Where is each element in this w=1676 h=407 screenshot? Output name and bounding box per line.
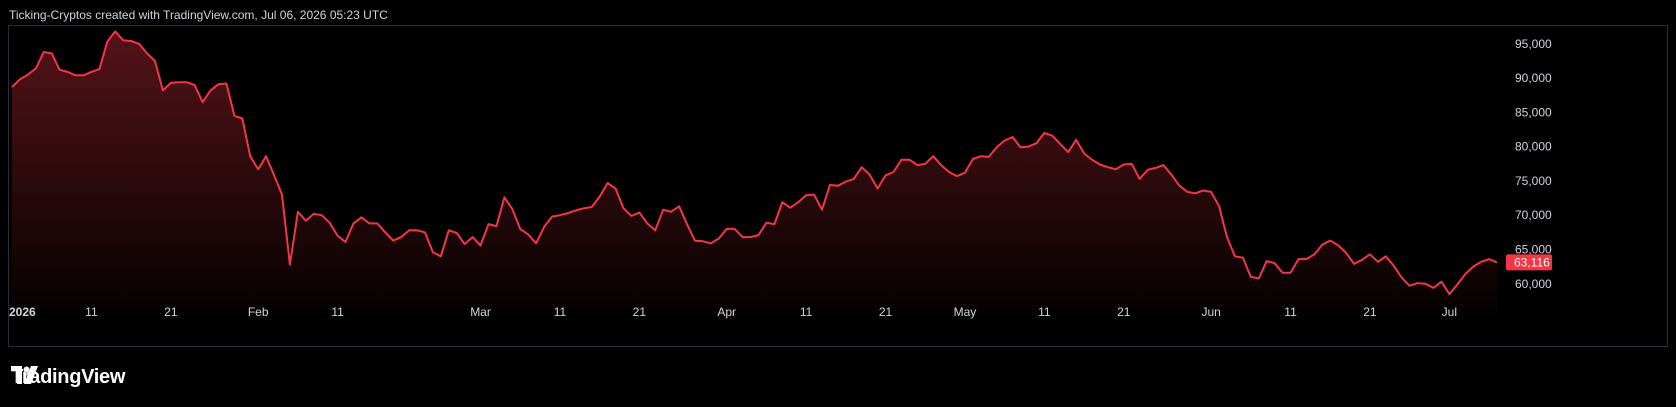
current-price-label: 63,116 — [1514, 255, 1550, 269]
x-tick-label: 21 — [1117, 305, 1131, 319]
y-tick-label: 65,000 — [1515, 242, 1552, 256]
y-axis: 95,000 90,000 85,000 80,000 75,000 70,000 65,0… — [1515, 37, 1552, 291]
x-tick-label: 11 — [1284, 305, 1297, 319]
current-price-badge: 63,116 — [1506, 254, 1552, 271]
x-tick-label: 11 — [800, 305, 813, 319]
x-tick-label: 21 — [1363, 305, 1377, 319]
x-tick-label: Jun — [1201, 305, 1220, 319]
x-tick-label: 11 — [85, 305, 98, 319]
x-tick-label: 2026 — [9, 305, 36, 319]
y-tick-label: 80,000 — [1515, 140, 1552, 154]
x-tick-label: Apr — [717, 305, 736, 319]
x-tick-label: May — [954, 305, 977, 319]
y-tick-label: 85,000 — [1515, 105, 1552, 119]
y-tick-label: 60,000 — [1515, 277, 1552, 291]
y-tick-label: 70,000 — [1515, 208, 1552, 222]
x-tick-label: 21 — [633, 305, 647, 319]
x-tick-label: 11 — [554, 305, 567, 319]
price-area-fill — [12, 31, 1497, 317]
tradingview-brand[interactable]: TradingView — [11, 366, 125, 389]
y-tick-label: 90,000 — [1515, 71, 1552, 85]
x-tick-label: 11 — [1038, 305, 1051, 319]
x-tick-label: 21 — [164, 305, 178, 319]
x-tick-label: 11 — [331, 305, 344, 319]
tradingview-logo-icon — [11, 366, 38, 384]
x-tick-label: Jul — [1442, 305, 1457, 319]
price-area-chart[interactable]: 95,000 90,000 85,000 80,000 75,000 70,000 65,0… — [0, 0, 1676, 360]
y-tick-label: 75,000 — [1515, 174, 1552, 188]
x-tick-label: Feb — [248, 305, 269, 319]
x-tick-label: 21 — [879, 305, 893, 319]
y-tick-label: 95,000 — [1515, 37, 1552, 51]
x-tick-label: Mar — [470, 305, 491, 319]
